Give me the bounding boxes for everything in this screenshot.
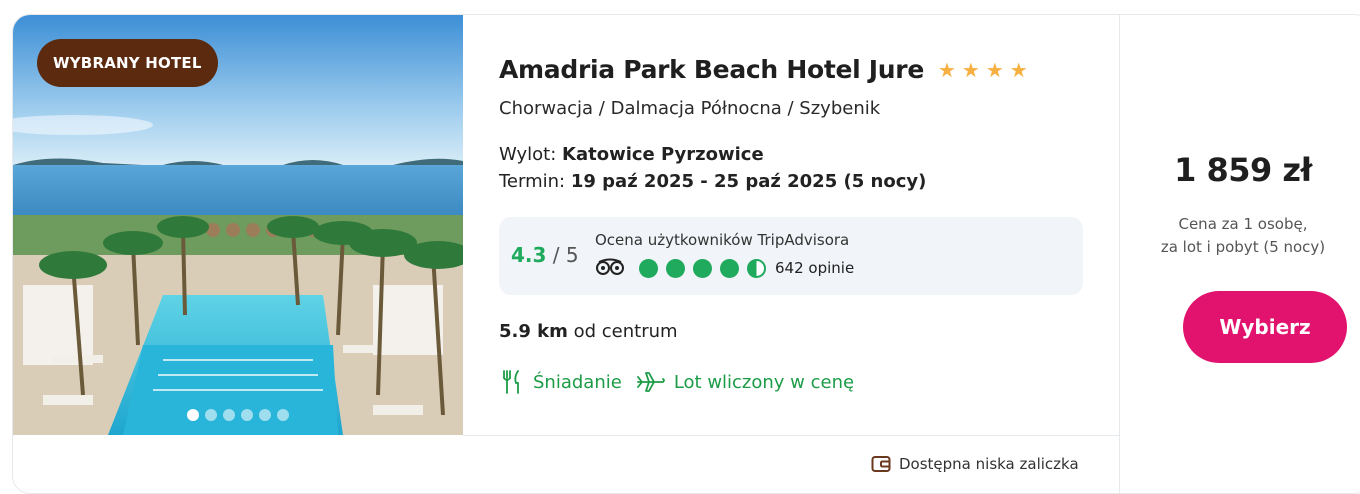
hotel-location: Chorwacja / Dalmacja Północna / Szybenik (499, 98, 881, 119)
distance-suffix: od centrum (573, 321, 678, 342)
deposit-label: Dostępna niska zaliczka (899, 455, 1079, 473)
term-label: Termin: (499, 171, 566, 192)
term-value: 19 paź 2025 - 25 paź 2025 (5 nocy) (570, 171, 927, 192)
feature-label: Śniadanie (533, 371, 622, 393)
price-note: Cena za 1 osobę, za lot i pobyt (5 nocy) (1119, 213, 1360, 259)
feature-label: Lot wliczony w cenę (673, 371, 855, 393)
trip-info: Wylot: Katowice Pyrzowice Termin: 19 paź… (499, 141, 1099, 195)
distance-info: 5.9 km od centrum (499, 321, 678, 342)
gallery-dot[interactable] (223, 409, 235, 421)
rating-bubble (720, 259, 739, 278)
gallery-dot[interactable] (241, 409, 253, 421)
rating-bubble-half (747, 259, 766, 278)
airplane-icon (636, 372, 665, 392)
wallet-icon (871, 456, 891, 472)
star-icon: ★ (1009, 57, 1028, 82)
star-icon: ★ (985, 57, 1004, 82)
feature-breakfast: Śniadanie (499, 369, 622, 395)
hotel-name[interactable]: Amadria Park Beach Hotel Jure (499, 55, 924, 84)
gallery-dots (187, 409, 289, 421)
footer-divider (463, 435, 1119, 436)
star-icon: ★ (961, 57, 980, 82)
rating-label: Ocena użytkowników TripAdvisora (595, 231, 850, 249)
price-note-line1: Cena za 1 osobę, (1178, 215, 1308, 233)
features-list: Śniadanie Lot wliczony w cenę (499, 369, 854, 395)
rating-score: 4.3 / 5 (511, 243, 579, 267)
rating-value: 4.3 (511, 243, 547, 267)
hotel-stars: ★ ★ ★ ★ (938, 58, 1028, 82)
tripadvisor-owl-icon (596, 258, 624, 275)
rating-bubble (639, 259, 658, 278)
hotel-details: Amadria Park Beach Hotel Jure ★ ★ ★ ★ Ch… (499, 55, 1099, 394)
gallery-dot[interactable] (205, 409, 217, 421)
rating-bubbles (639, 259, 766, 278)
hotel-card: WYBRANY HOTEL Amadria Park Beach Hotel J… (12, 14, 1360, 494)
distance-value: 5.9 km (499, 321, 568, 342)
rating-scale: / 5 (552, 243, 579, 267)
hotel-photo[interactable]: WYBRANY HOTEL (13, 15, 463, 435)
selected-hotel-badge: WYBRANY HOTEL (37, 39, 218, 87)
price-amount: 1 859 zł (1174, 151, 1312, 189)
price-panel: 1 859 zł Cena za 1 osobę, za lot i pobyt… (1119, 15, 1360, 493)
rating-bubble (693, 259, 712, 278)
price-note-line2: za lot i pobyt (5 nocy) (1160, 238, 1326, 256)
select-button[interactable]: Wybierz (1183, 291, 1347, 363)
gallery-dot[interactable] (187, 409, 199, 421)
gallery-dot[interactable] (259, 409, 271, 421)
reviews-count[interactable]: 642 opinie (775, 259, 854, 277)
fork-knife-icon (503, 370, 519, 394)
departure-label: Wylot: (499, 144, 557, 165)
rating-bubble (666, 259, 685, 278)
feature-flight: Lot wliczony w cenę (636, 369, 854, 395)
star-icon: ★ (937, 57, 956, 82)
tripadvisor-rating: 4.3 / 5 Ocena użytkowników TripAdvisora … (499, 217, 1083, 295)
departure-value: Katowice Pyrzowice (562, 144, 764, 165)
low-deposit-info: Dostępna niska zaliczka (871, 455, 1079, 473)
gallery-dot[interactable] (277, 409, 289, 421)
